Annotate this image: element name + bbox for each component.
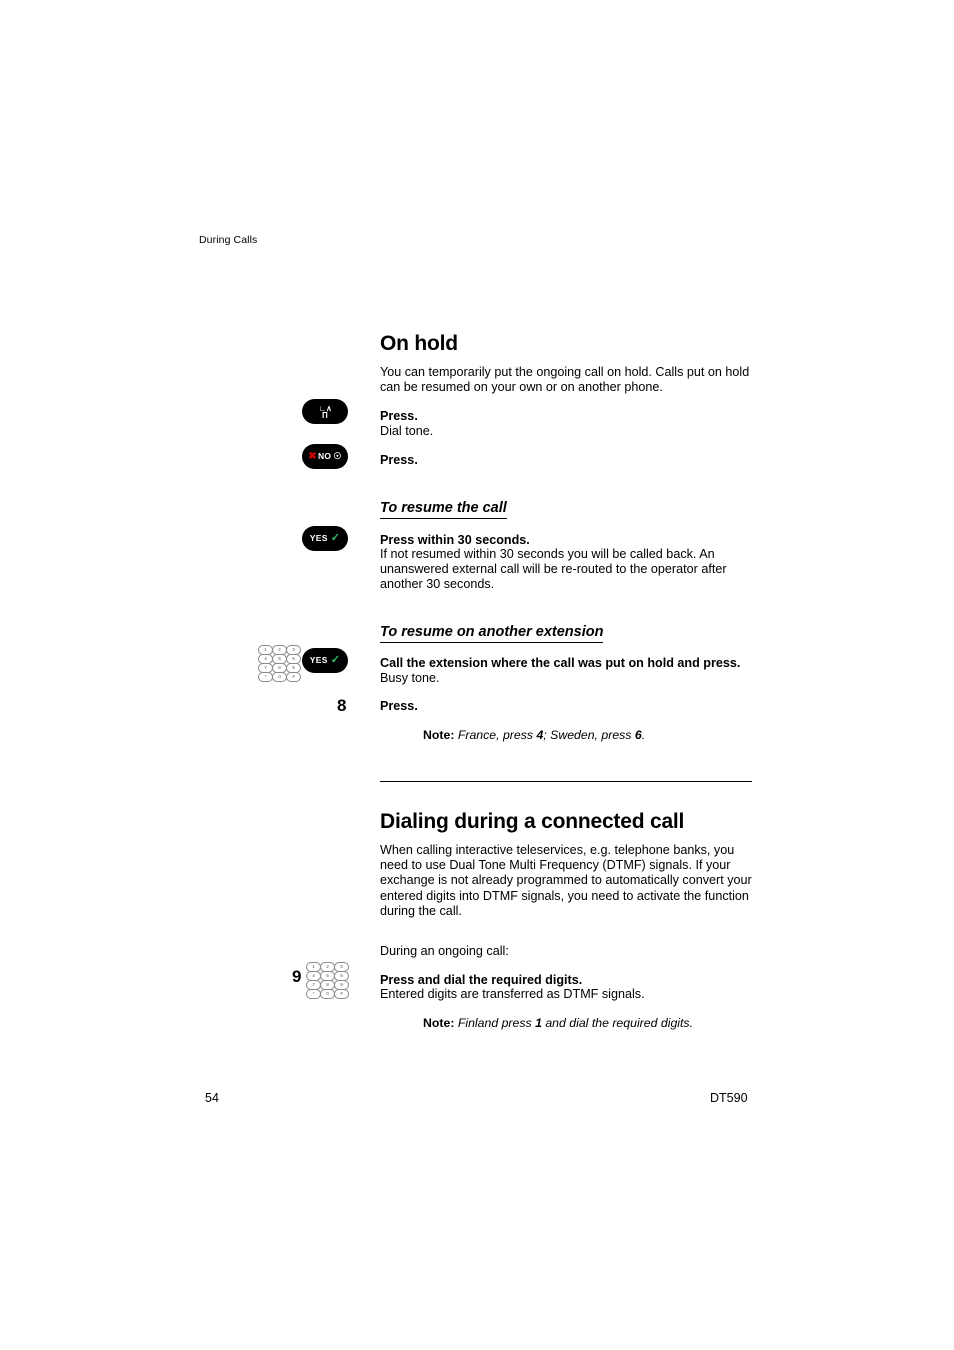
yes-key-check-glyph: ✓ <box>330 532 341 544</box>
page-number: 54 <box>205 1091 219 1105</box>
r-key-icon: ∟∧ Π <box>302 399 348 424</box>
digit-9-icon: 9 <box>292 967 302 986</box>
subsection-title-resume-extension: To resume on another extension <box>380 624 604 643</box>
resume-extension-lead: Call the extension where the call was pu… <box>380 656 741 670</box>
keypad-key: * <box>306 989 321 999</box>
step-1-desc: Dial tone. <box>380 424 434 438</box>
digit-8-icon: 8 <box>337 696 347 715</box>
keypad-key: * <box>258 672 273 682</box>
r-key-glyph: ∟∧ Π <box>318 403 332 420</box>
subsection-title-resume-call: To resume the call <box>380 500 507 519</box>
keypad-key: 0 <box>320 989 335 999</box>
keypad-key: # <box>286 672 301 682</box>
note-label-2: Note: <box>423 1016 455 1030</box>
dialing-intro: When calling interactive teleservices, e… <box>380 843 752 918</box>
note-text-b: ; Sweden, press <box>543 728 635 742</box>
section-divider <box>380 781 752 782</box>
yes-key-label: YES <box>309 533 328 544</box>
dialing-desc: Entered digits are transferred as DTMF s… <box>380 987 645 1001</box>
yes-key-label-2: YES <box>309 655 328 666</box>
no-key-circle-glyph: ☉ <box>333 451 342 461</box>
yes-key-icon-2: YES ✓ <box>302 648 348 673</box>
on-hold-intro: You can temporarily put the ongoing call… <box>380 365 750 395</box>
dialing-lead: Press and dial the required digits. <box>380 973 583 987</box>
no-key-label: NO <box>317 451 332 462</box>
note-text-b-2: and dial the required digits. <box>541 1016 693 1030</box>
keypad-key: 0 <box>272 672 287 682</box>
note-text-c: . <box>641 728 646 742</box>
section-title-dialing: Dialing during a connected call <box>380 810 685 833</box>
note-text-a-2: Finland press <box>457 1016 536 1030</box>
running-head: During Calls <box>199 234 258 246</box>
section-title-on-hold: On hold <box>380 332 458 355</box>
resume-extension-desc: Busy tone. <box>380 671 440 685</box>
no-key-x-glyph: ✖ <box>308 450 317 462</box>
step-2-lead: Press. <box>380 453 418 467</box>
keypad-key: # <box>334 989 349 999</box>
note-finland: Note: Finland press 1 and dial the requi… <box>423 1016 783 1031</box>
digit-8-lead: Press. <box>380 699 418 713</box>
resume-call-desc: If not resumed within 30 seconds you wil… <box>380 547 727 592</box>
keypad-icon-2: 1 2 3 4 5 6 7 8 9 * 0 # <box>306 962 349 999</box>
yes-key-check-glyph-2: ✓ <box>330 654 341 666</box>
doc-model: DT590 <box>710 1091 748 1105</box>
during-ongoing-call-label: During an ongoing call: <box>380 944 509 958</box>
keypad-icon: 1 2 3 4 5 6 7 8 9 * 0 # <box>258 645 301 682</box>
step-1-lead: Press. <box>380 409 418 423</box>
note-text-a: France, press <box>457 728 537 742</box>
no-key-icon: ✖ NO ☉ <box>302 444 348 469</box>
yes-key-icon: YES ✓ <box>302 526 348 551</box>
resume-call-lead: Press within 30 seconds. <box>380 533 530 547</box>
note-num-a-2: 1 <box>535 1016 542 1030</box>
document-page: During Calls On hold You can temporarily… <box>0 0 954 1350</box>
note-label: Note: <box>423 728 455 742</box>
note-france-sweden: Note: France, press 4; Sweden, press 6. <box>423 728 783 743</box>
note-num-b: 6 <box>634 728 642 742</box>
